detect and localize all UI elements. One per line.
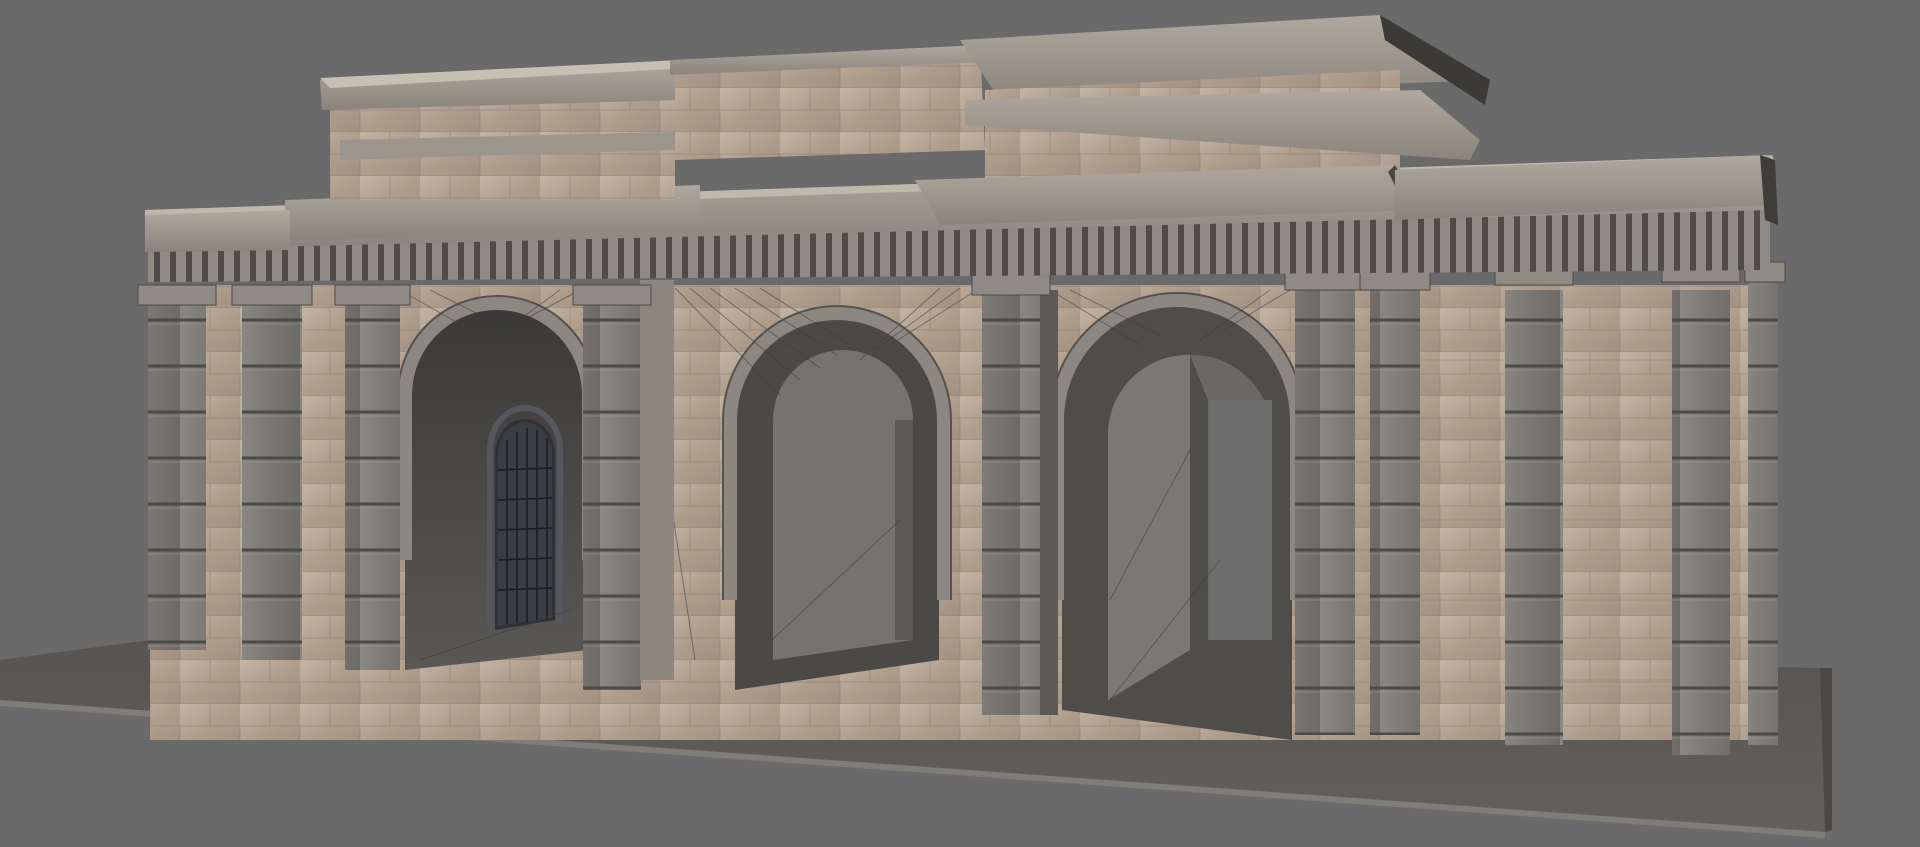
arch-model-render bbox=[0, 15, 1832, 838]
left-attic bbox=[285, 60, 700, 240]
3d-viewport[interactable] bbox=[0, 0, 1920, 847]
left-wing-cornice bbox=[145, 210, 290, 252]
iron-gate-door bbox=[487, 405, 563, 630]
